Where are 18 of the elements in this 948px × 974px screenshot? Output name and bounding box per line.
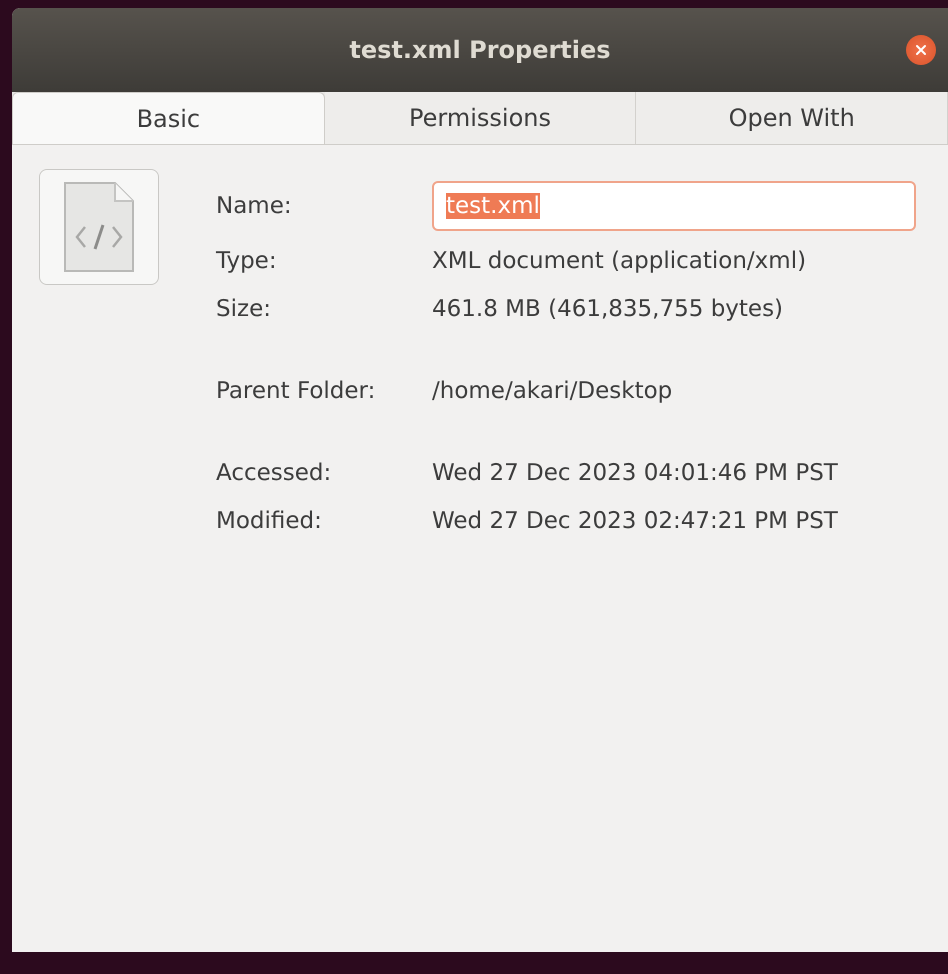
close-icon (913, 42, 929, 58)
field-value: Wed 27 Dec 2023 02:47:21 PM PST (432, 508, 838, 534)
field-label: Type: (216, 248, 278, 274)
field-value: XML document (application/xml) (432, 248, 806, 274)
field-label: Modified: (216, 508, 323, 534)
field-label: Size: (216, 296, 272, 322)
tab[interactable]: Basic (12, 92, 325, 144)
window-title: test.xml Properties (349, 36, 611, 64)
field-value: 461.8 MB (461,835,755 bytes) (432, 296, 784, 322)
field-value: /home/akari/Desktop (432, 378, 672, 404)
tab[interactable]: Permissions (324, 92, 636, 144)
field-value: Wed 27 Dec 2023 04:01:46 PM PST (432, 460, 838, 486)
field-label: Parent Folder: (216, 378, 376, 404)
field-label: Accessed: (216, 460, 332, 486)
close-button[interactable] (906, 35, 936, 65)
code-file-icon (63, 181, 135, 273)
tab[interactable]: Open With (636, 92, 948, 144)
field-label: Name: (216, 193, 293, 219)
